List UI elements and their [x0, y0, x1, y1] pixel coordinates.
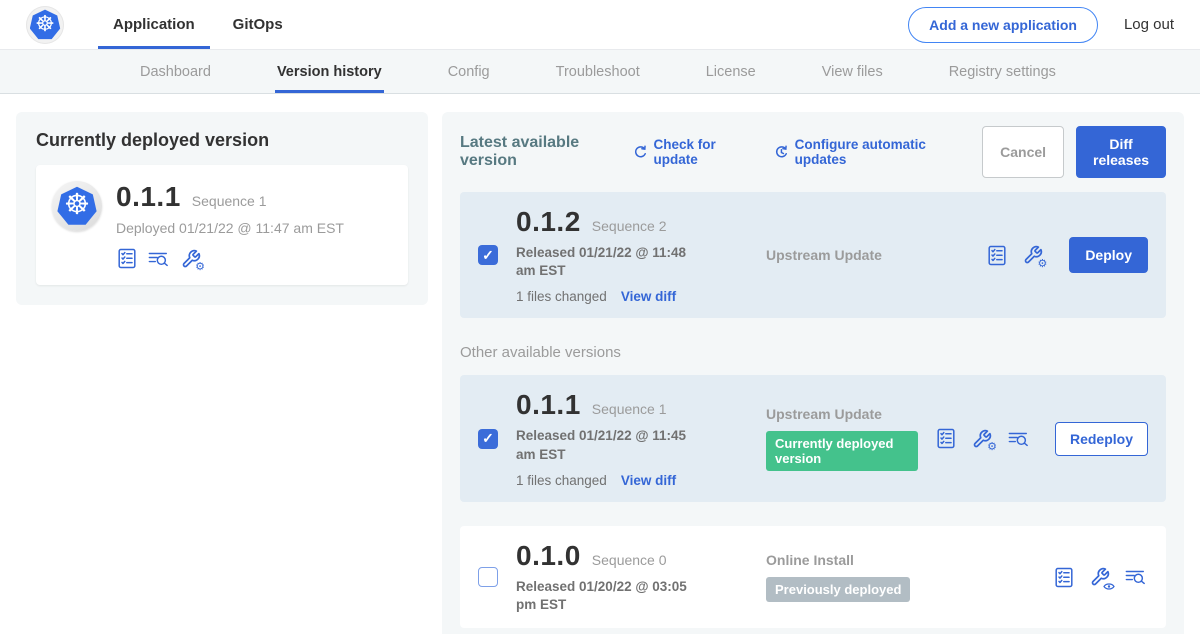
version-sequence: Sequence 0 [592, 552, 667, 568]
preflight-results-icon[interactable] [1125, 567, 1146, 588]
gear-icon: ⚙ [987, 441, 997, 452]
version-checkbox[interactable]: ✓ [478, 429, 498, 449]
version-checkbox[interactable]: ✓ [478, 245, 498, 265]
config-gear-icon[interactable]: ⚙ [1022, 245, 1043, 266]
refresh-icon [633, 144, 648, 161]
kubernetes-logo-icon: ☸ [30, 9, 61, 40]
config-gear-icon[interactable]: ⚙ [180, 248, 201, 269]
topnav-right: Add a new application Log out [908, 0, 1174, 49]
version-row-0-1-1: ✓ 0.1.1 Sequence 1 Released 01/21/22 @ 1… [460, 375, 1166, 501]
version-number: 0.1.0 [516, 540, 581, 572]
latest-version-panel: Latest available version Check for updat… [442, 112, 1184, 634]
files-changed: 1 files changed [516, 289, 607, 304]
subnav-version-history[interactable]: Version history [275, 50, 384, 93]
preflight-results-icon[interactable] [1008, 428, 1029, 449]
deployed-version-number: 0.1.1 [116, 181, 181, 213]
version-checkbox[interactable] [478, 567, 498, 587]
version-source: Online Install [766, 552, 1035, 568]
log-out-link[interactable]: Log out [1124, 16, 1174, 33]
version-sequence: Sequence 1 [592, 401, 667, 417]
released-timestamp: Released 01/21/22 @ 11:48 am EST [516, 244, 708, 280]
version-number: 0.1.1 [516, 389, 581, 421]
release-notes-icon[interactable] [986, 245, 1007, 266]
view-diff-link[interactable]: View diff [621, 289, 676, 304]
check-for-update-link[interactable]: Check for update [633, 137, 750, 167]
released-timestamp: Released 01/20/22 @ 03:05 pm EST [516, 578, 708, 614]
release-notes-icon[interactable] [936, 428, 957, 449]
diff-releases-button[interactable]: Diff releases [1076, 126, 1166, 178]
kubernetes-app-icon: ☸ [57, 186, 97, 226]
app-logo: ☸ [26, 6, 64, 44]
tab-application[interactable]: Application [98, 0, 210, 49]
configure-automatic-updates-link[interactable]: Configure automatic updates [774, 137, 958, 167]
tab-gitops[interactable]: GitOps [218, 0, 298, 49]
version-sequence: Sequence 2 [592, 218, 667, 234]
released-timestamp: Released 01/21/22 @ 11:45 am EST [516, 427, 708, 463]
deployed-sequence: Sequence 1 [192, 193, 267, 209]
release-notes-icon[interactable] [1053, 567, 1074, 588]
version-source: Upstream Update [766, 247, 968, 263]
currently-deployed-title: Currently deployed version [36, 130, 408, 151]
latest-version-title: Latest available version [460, 134, 619, 170]
main-content: Currently deployed version ☸ 0.1.1 Seque… [0, 94, 1200, 634]
clock-refresh-icon [774, 144, 789, 161]
version-row-0-1-0: 0.1.0 Sequence 0 Released 01/20/22 @ 03:… [460, 526, 1166, 628]
config-gear-icon[interactable]: ⚙ [972, 428, 993, 449]
deployed-timestamp: Deployed 01/21/22 @ 11:47 am EST [116, 220, 344, 236]
gear-icon: ⚙ [1037, 258, 1047, 269]
subnav-troubleshoot[interactable]: Troubleshoot [554, 50, 642, 93]
config-view-icon[interactable] [1089, 567, 1110, 588]
cancel-button[interactable]: Cancel [982, 126, 1064, 178]
app-subnav: Dashboard Version history Config Trouble… [0, 50, 1200, 94]
version-number: 0.1.2 [516, 206, 581, 238]
add-new-application-button[interactable]: Add a new application [908, 7, 1098, 43]
previously-deployed-badge: Previously deployed [766, 577, 910, 602]
deploy-button[interactable]: Deploy [1069, 237, 1148, 273]
version-source: Upstream Update [766, 406, 918, 422]
eye-icon [1103, 582, 1115, 591]
subnav-registry-settings[interactable]: Registry settings [947, 50, 1058, 93]
files-changed: 1 files changed [516, 473, 607, 488]
gear-icon: ⚙ [195, 261, 205, 272]
top-tabs: Application GitOps [98, 0, 298, 49]
currently-deployed-badge: Currently deployed version [766, 431, 918, 471]
view-diff-link[interactable]: View diff [621, 473, 676, 488]
other-available-versions-label: Other available versions [460, 344, 1166, 361]
deployed-version-info: 0.1.1 Sequence 1 Deployed 01/21/22 @ 11:… [116, 181, 344, 269]
top-navbar: ☸ Application GitOps Add a new applicati… [0, 0, 1200, 50]
deployed-version-card: ☸ 0.1.1 Sequence 1 Deployed 01/21/22 @ 1… [36, 165, 408, 285]
subnav-view-files[interactable]: View files [820, 50, 885, 93]
subnav-dashboard[interactable]: Dashboard [138, 50, 213, 93]
subnav-license[interactable]: License [704, 50, 758, 93]
app-icon-ring: ☸ [52, 181, 102, 231]
currently-deployed-panel: Currently deployed version ☸ 0.1.1 Seque… [16, 112, 428, 305]
release-notes-icon[interactable] [116, 248, 137, 269]
subnav-config[interactable]: Config [446, 50, 492, 93]
latest-version-header: Latest available version Check for updat… [460, 126, 1166, 178]
preflight-results-icon[interactable] [148, 248, 169, 269]
version-row-0-1-2: ✓ 0.1.2 Sequence 2 Released 01/21/22 @ 1… [460, 192, 1166, 318]
redeploy-button[interactable]: Redeploy [1055, 422, 1148, 456]
